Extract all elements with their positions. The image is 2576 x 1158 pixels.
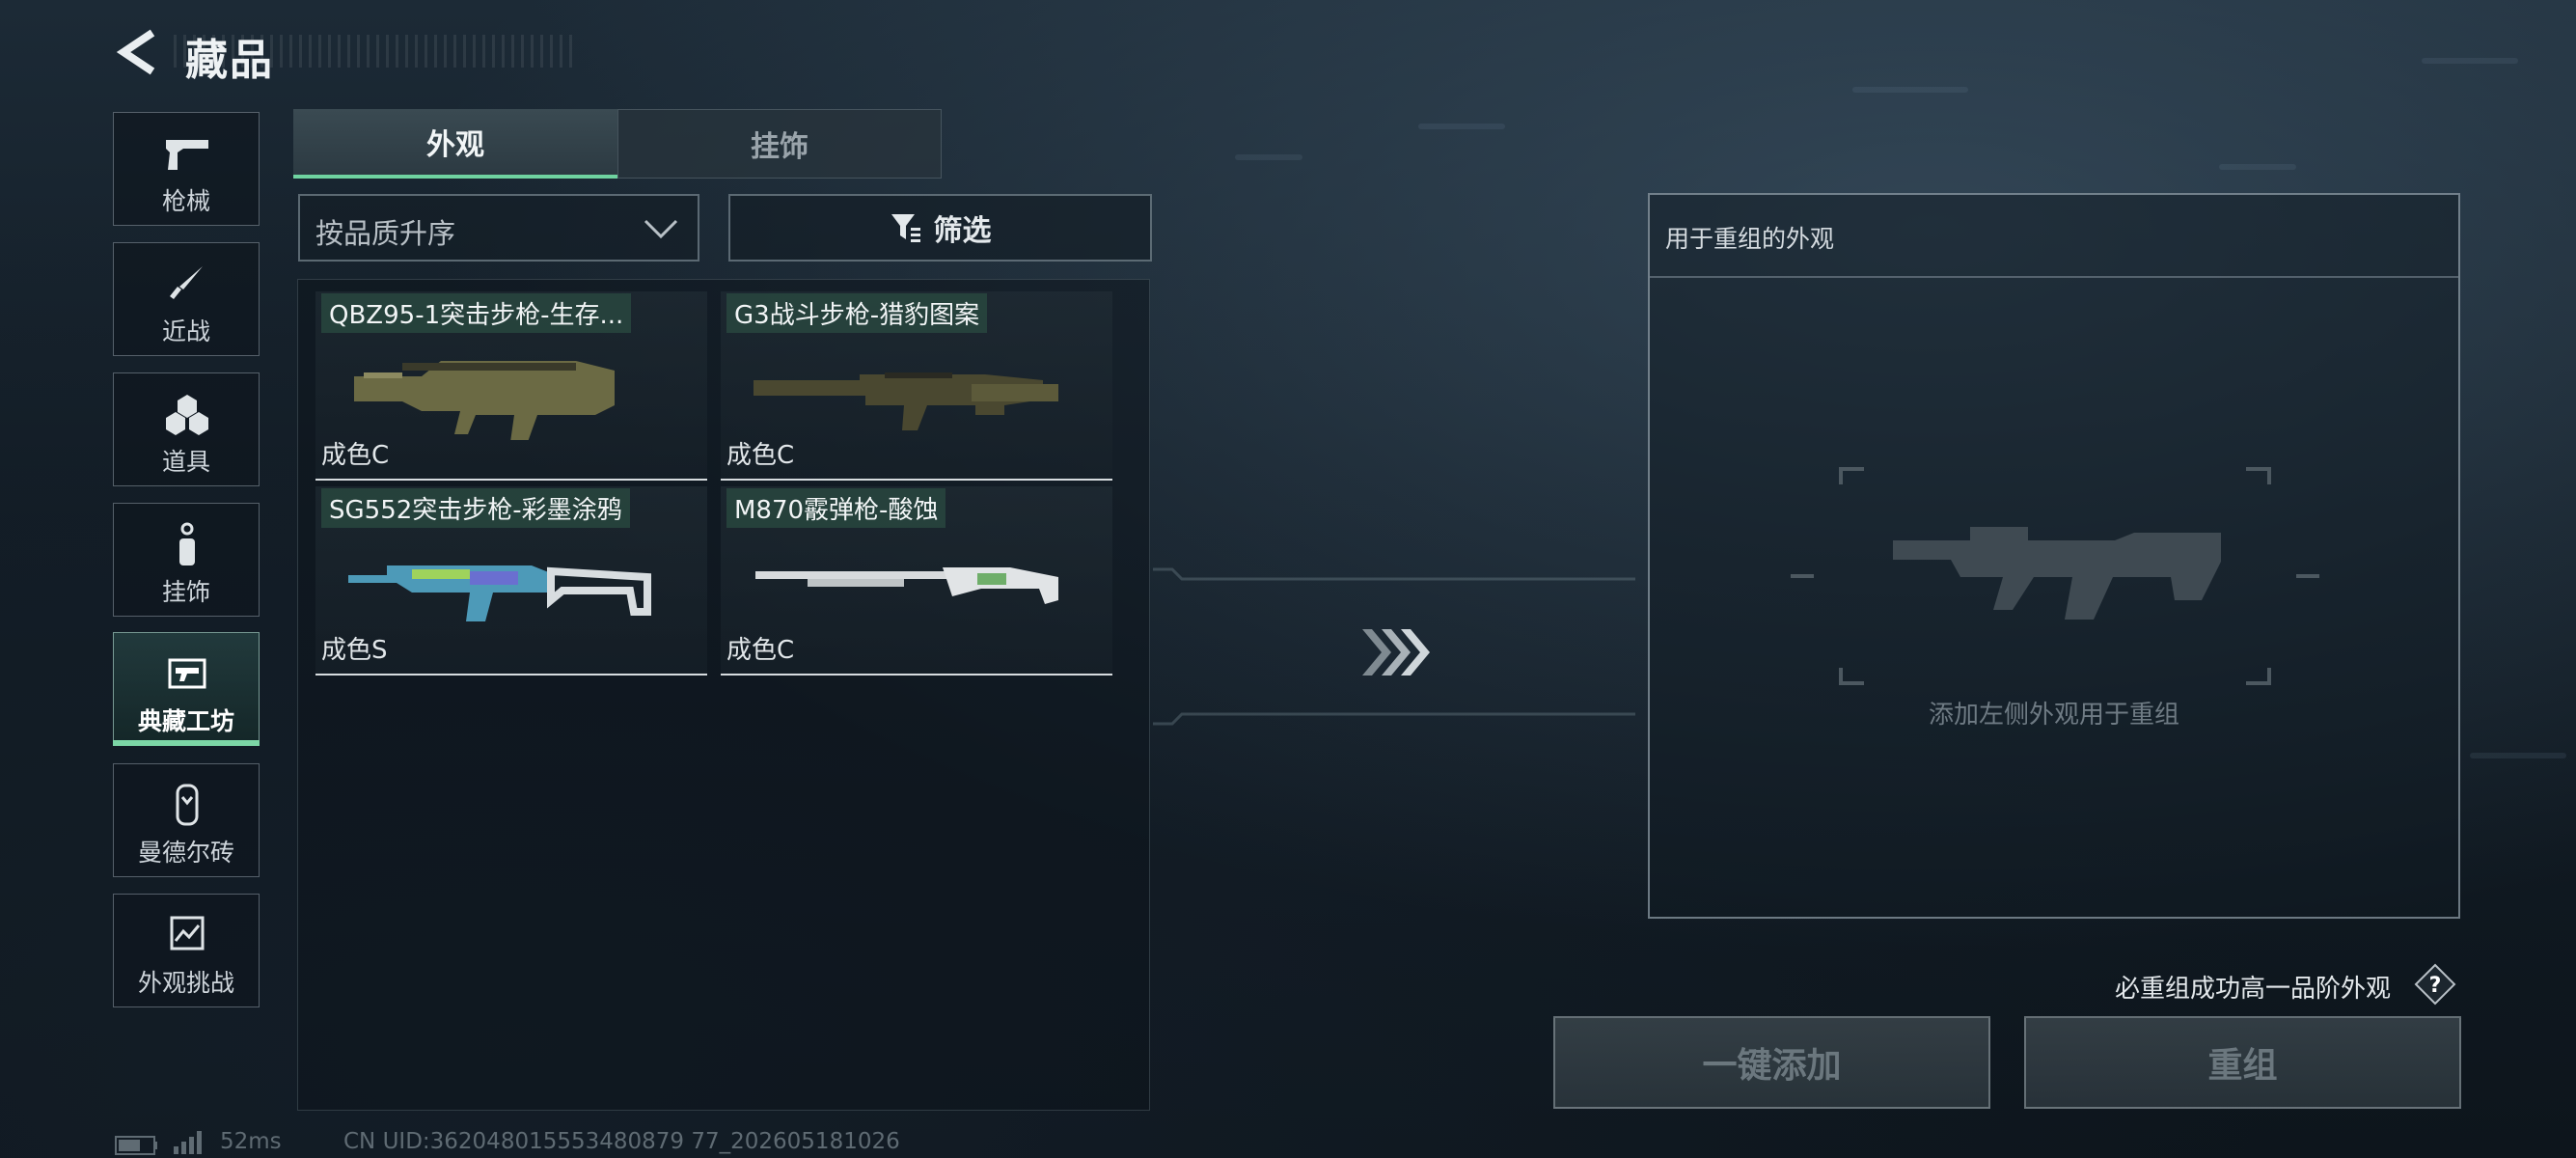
mandel-brick-icon [176, 784, 199, 826]
sidebar-item-charms[interactable]: 挂饰 [113, 503, 260, 617]
sidebar-item-label: 近战 [161, 317, 210, 345]
tab-appearance[interactable]: 外观 [293, 109, 617, 179]
sidebar-item-challenge[interactable]: 外观挑战 [113, 894, 260, 1007]
chevrons-right-icon [1362, 629, 1430, 676]
sidebar-item-label: 枪械 [161, 187, 210, 215]
question-icon: ? [2414, 963, 2456, 1006]
skin-grade: 成色C [726, 441, 795, 470]
m870-shotgun-image [755, 567, 1058, 604]
sidebar-item-label: 典藏工坊 [137, 707, 234, 735]
empty-slot-placeholder[interactable] [1785, 465, 2325, 687]
help-button[interactable]: ? [2414, 963, 2456, 1006]
sg552-rifle-image [348, 565, 651, 621]
skin-name: M870霰弹枪-酸蚀 [726, 488, 946, 528]
sidebar-item-label: 曼德尔砖 [137, 839, 234, 867]
g3-rifle-image [754, 372, 1058, 430]
remix-guarantee-note: 必重组成功高一品阶外观 [2115, 975, 2392, 1004]
sidebar-item-label: 道具 [161, 448, 210, 476]
back-button[interactable] [114, 27, 160, 77]
sidebar-item-gear[interactable]: 道具 [113, 372, 260, 486]
filter-button[interactable]: 筛选 [728, 194, 1152, 262]
skin-name: QBZ95-1突击步枪-生存... [321, 293, 632, 333]
skin-grade: 成色C [321, 441, 390, 470]
skin-grade: 成色S [321, 636, 388, 665]
user-uid: CN UID:362048015553480879 77_20260518102… [343, 1129, 900, 1154]
qbz95-rifle-image [354, 361, 615, 440]
workshop-gun-icon [168, 658, 206, 689]
sidebar-item-workshop[interactable]: 典藏工坊 [113, 632, 260, 746]
chevron-down-icon [644, 219, 678, 239]
ping-readout: 52ms [220, 1129, 282, 1154]
skin-card-sg552[interactable]: SG552突击步枪-彩墨涂鸦 成色S [315, 486, 707, 676]
active-indicator [113, 740, 260, 746]
filter-icon [891, 214, 920, 242]
sort-dropdown[interactable]: 按品质升序 [298, 194, 699, 262]
challenge-icon [170, 916, 205, 951]
remix-hint: 添加左侧外观用于重组 [1928, 701, 2179, 730]
add-all-button[interactable]: 一键添加 [1553, 1016, 1990, 1109]
back-arrow-icon [116, 29, 155, 75]
pistol-icon [166, 140, 208, 170]
skin-card-g3[interactable]: G3战斗步枪-猎豹图案 成色C [721, 291, 1112, 481]
sidebar-item-label: 外观挑战 [137, 969, 234, 997]
skin-card-qbz95[interactable]: QBZ95-1突击步枪-生存... 成色C [315, 291, 707, 481]
knife-icon [170, 266, 203, 299]
sidebar-item-mandel-brick[interactable]: 曼德尔砖 [113, 763, 260, 877]
grenades-icon [166, 395, 208, 435]
sidebar-item-melee[interactable]: 近战 [113, 242, 260, 356]
svg-text:?: ? [2429, 974, 2442, 998]
skin-name: G3战斗步枪-猎豹图案 [726, 293, 988, 333]
remix-button[interactable]: 重组 [2024, 1016, 2461, 1109]
charm-icon [179, 522, 195, 565]
filter-label: 筛选 [933, 214, 992, 248]
sort-value: 按品质升序 [315, 217, 456, 250]
battery-signal-icon [115, 1131, 202, 1155]
remix-panel: 用于重组的外观 添加左侧外观用于重组 [1648, 193, 2460, 919]
tab-charms[interactable]: 挂饰 [617, 109, 942, 179]
skin-grade: 成色C [726, 636, 795, 665]
skin-list: QBZ95-1突击步枪-生存... 成色C G3战斗步枪-猎豹图案 成色C SG… [297, 279, 1150, 1111]
skin-card-m870[interactable]: M870霰弹枪-酸蚀 成色C [721, 486, 1112, 676]
skin-name: SG552突击步枪-彩墨涂鸦 [321, 488, 630, 528]
remix-panel-title: 用于重组的外观 [1665, 225, 1835, 253]
sidebar-item-firearms[interactable]: 枪械 [113, 112, 260, 226]
rifle-silhouette-icon [1893, 527, 2221, 620]
sidebar-item-label: 挂饰 [161, 578, 210, 606]
page-title: 藏品 [185, 36, 274, 85]
